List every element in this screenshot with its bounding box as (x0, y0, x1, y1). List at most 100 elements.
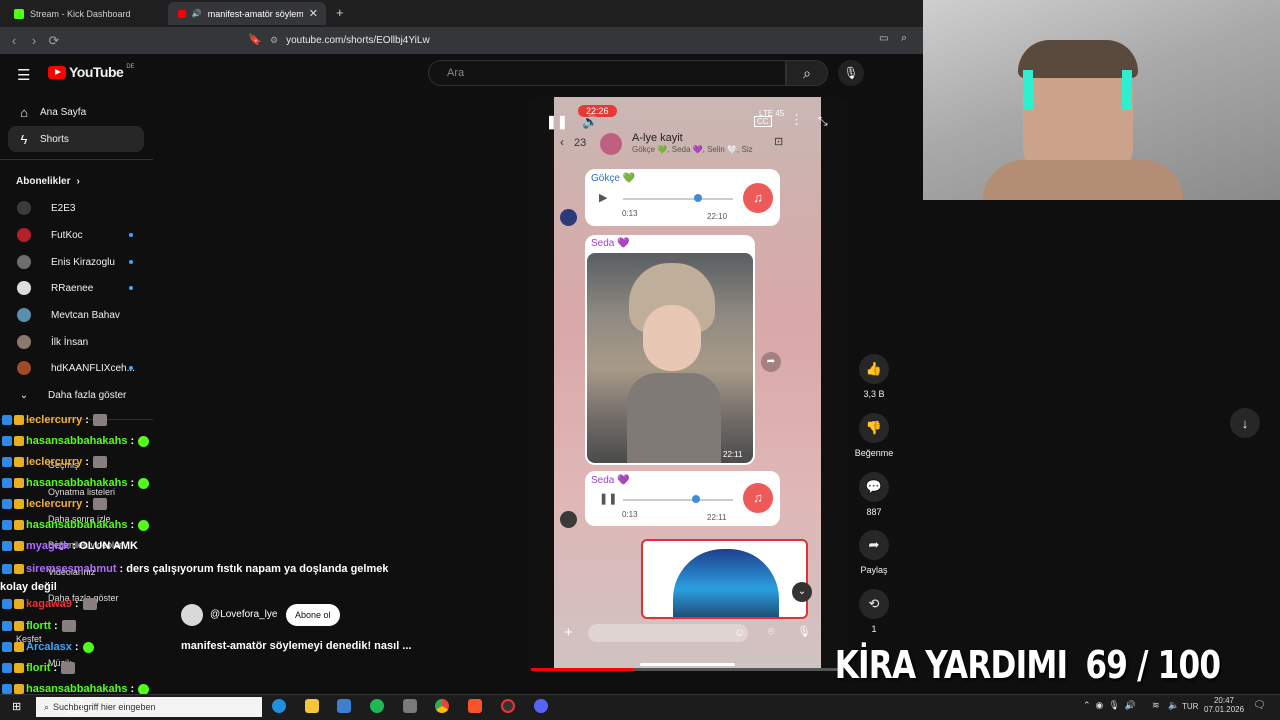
close-tab-icon[interactable]: ✕ (309, 7, 318, 20)
dislike-button[interactable]: 👎 Beğenme (852, 413, 896, 458)
youtube-tab-icon (178, 9, 186, 18)
subscription-item[interactable]: FutKoc (12, 223, 152, 247)
cast-icon[interactable]: ▭ (879, 33, 888, 44)
discord-icon[interactable] (534, 699, 548, 713)
site-info-icon[interactable]: ⚙ (270, 35, 278, 46)
tab-youtube-short[interactable]: 🔊 manifest-amatör söylemeyi d... ✕ (168, 2, 326, 25)
volume-icon[interactable]: 🔈 (1168, 700, 1179, 711)
chat-text: : (74, 598, 79, 610)
address-bar[interactable]: ⚙ youtube.com/shorts/EOllbj4YiLw (270, 31, 870, 50)
zoom-icon[interactable]: ⌕ (901, 32, 907, 45)
file-explorer-icon[interactable] (305, 699, 319, 713)
channel-name[interactable]: @Lovefora_lye (210, 609, 277, 620)
clock[interactable]: 20:47 07.01.2026 (1204, 696, 1244, 714)
short-title[interactable]: manifest-amatör söylemeyi denedik! nasıl… (181, 640, 411, 652)
message-input-bar (588, 624, 748, 642)
music-note-icon: ♫ (743, 183, 773, 213)
webcam-feed (923, 0, 1280, 200)
volume-icon[interactable]: 🔊 (582, 114, 598, 130)
sidebar-item-shorts[interactable]: ϟ Shorts (8, 126, 144, 152)
start-icon[interactable]: ⊞ (12, 700, 21, 713)
chat-username[interactable]: hasansabbahakahs (26, 477, 128, 489)
reload-icon[interactable]: ⟳ (44, 33, 64, 49)
forward-icon[interactable]: › (24, 33, 44, 48)
fullscreen-icon[interactable]: ⤡ (818, 114, 828, 129)
chat-username[interactable]: leclercurry (26, 498, 82, 510)
subscription-item[interactable]: hdKAANFLIXceh... (12, 356, 152, 380)
wifi-icon[interactable]: ≋ (1152, 700, 1160, 711)
tab-kick-dashboard[interactable]: Stream - Kick Dashboard (4, 2, 164, 25)
streamer-shoulders (983, 160, 1183, 200)
subscriber-badge-icon (2, 436, 12, 447)
captions-button[interactable]: CC (754, 116, 772, 127)
youtube-logo[interactable]: YouTube DE (48, 64, 135, 80)
chat-username[interactable]: myagizk (26, 540, 69, 552)
subscription-item[interactable]: İlk İnsan (12, 330, 152, 354)
obs-icon[interactable] (501, 699, 515, 713)
chat-username[interactable]: flortt (26, 620, 51, 632)
sidebar-item-home[interactable]: ⌂ Ana Sayfa (8, 99, 144, 125)
subscriptions-header[interactable]: Abonelikler › (16, 176, 80, 187)
spotify-icon[interactable] (370, 699, 384, 713)
chat-username[interactable]: leclercurry (26, 414, 82, 426)
helmet (673, 549, 779, 617)
remix-button[interactable]: ⟲ 1 (852, 589, 896, 634)
subscription-item[interactable]: E2E3 (12, 196, 152, 220)
emote-icon (61, 620, 76, 633)
like-button[interactable]: 👍 3,3 B (852, 354, 896, 399)
url-text: youtube.com/shorts/EOllbj4YiLw (286, 35, 430, 46)
subscription-item[interactable]: Enis Kirazoglu (12, 250, 152, 274)
bookmark-icon[interactable]: 🔖 (248, 33, 262, 46)
voice-search-button[interactable]: 🎙 (838, 60, 864, 86)
comment-button[interactable]: 💬 887 (852, 472, 896, 517)
task-view-icon[interactable] (68, 699, 82, 713)
sticker-image (641, 539, 808, 619)
new-content-dot (129, 366, 133, 370)
notification-icon[interactable]: 🗨 (1253, 700, 1266, 711)
show-more-button[interactable]: ⌄ Daha fazla göster (12, 383, 152, 407)
menu-icon[interactable]: ☰ (17, 66, 30, 84)
tab-label: manifest-amatör söylemeyi d... (207, 8, 303, 19)
chat-username[interactable]: florit (26, 662, 50, 674)
progress-track[interactable] (531, 668, 849, 671)
chat-username[interactable]: leclercurry (26, 456, 82, 468)
gem-emote-icon (138, 435, 150, 447)
search-input[interactable]: Ara (428, 60, 786, 86)
chat-username[interactable]: siremsesmahmut (26, 563, 117, 575)
new-tab-button[interactable]: + (336, 5, 344, 20)
vip-badge-icon (14, 415, 24, 426)
chat-text: : (130, 435, 135, 447)
share-icon: ➦ (859, 530, 889, 560)
chat-username[interactable]: hasansabbahakahs (26, 435, 128, 447)
new-content-dot (129, 286, 133, 290)
photo-image (587, 253, 753, 463)
home-icon: ⌂ (20, 104, 28, 120)
chat-username[interactable]: Arcalasx (26, 641, 72, 653)
search-button[interactable]: ⌕ (786, 60, 828, 86)
language-indicator[interactable]: TUR (1182, 702, 1198, 711)
edge-icon[interactable] (272, 699, 286, 713)
back-icon[interactable]: ‹ (4, 33, 24, 48)
chat-username[interactable]: kagawa9 (26, 598, 72, 610)
chrome-icon[interactable] (435, 699, 449, 713)
music-note-icon: ♫ (743, 483, 773, 513)
audio-wave (623, 198, 733, 200)
system-tray-icons[interactable]: ⌃◉🎙🔊 (1083, 700, 1141, 711)
subscriber-badge-icon (2, 642, 12, 653)
store-icon[interactable] (337, 699, 351, 713)
more-options-icon[interactable]: ⋮ (790, 112, 803, 128)
brave-icon[interactable] (468, 699, 482, 713)
next-short-button[interactable]: ↓ (1230, 408, 1260, 438)
calculator-icon[interactable] (403, 699, 417, 713)
chat-username[interactable]: hasansabbahakahs (26, 519, 128, 531)
pause-button[interactable]: ❚❚ (546, 114, 568, 130)
subscription-item[interactable]: Mevtcan Bahav (12, 303, 152, 327)
subscription-item[interactable]: RRaenee (12, 276, 152, 300)
subscriber-badge-icon (2, 599, 12, 610)
emote-icon (61, 662, 76, 675)
share-button[interactable]: ➦ Paylaş (852, 530, 896, 575)
face (643, 305, 701, 371)
channel-avatar[interactable] (181, 604, 203, 626)
new-content-dot (129, 233, 133, 237)
subscribe-button[interactable]: Abone ol (286, 604, 340, 626)
